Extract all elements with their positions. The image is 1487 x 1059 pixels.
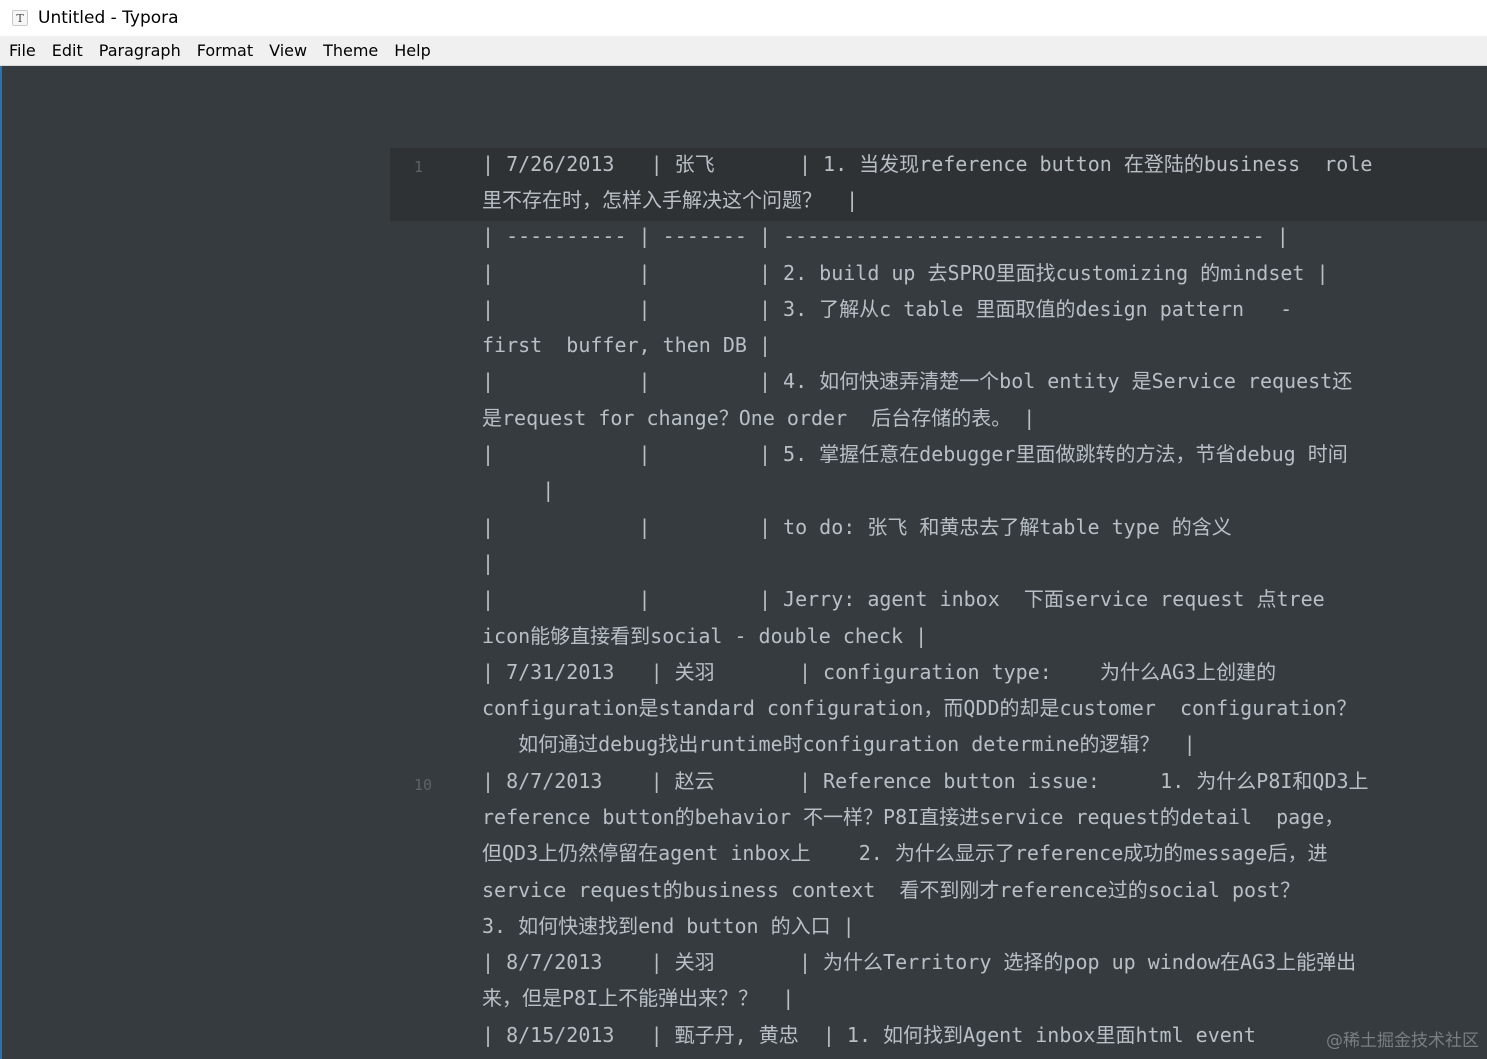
source-line[interactable]: | 7/26/2013 | 张飞 | 1. 当发现reference butto… <box>482 146 1372 182</box>
window-title: Untitled - Typora <box>38 8 179 28</box>
menu-theme[interactable]: Theme <box>315 36 386 66</box>
menu-help[interactable]: Help <box>386 36 438 66</box>
source-editor[interactable]: 1 10 | 7/26/2013 | 张飞 | 1. 当发现reference … <box>2 66 1487 1059</box>
source-line[interactable]: | | | Jerry: agent inbox 下面service reque… <box>482 581 1325 617</box>
source-line[interactable]: 里不存在时，怎样入手解决这个问题？ | <box>482 182 858 218</box>
source-line[interactable]: | <box>482 545 494 581</box>
source-line[interactable]: | | | to do: 张飞 和黄忠去了解table type 的含义 <box>482 509 1232 545</box>
source-line[interactable]: | ---------- | ------- | ---------------… <box>482 218 1289 254</box>
source-line[interactable]: 3. 如何快速找到end button 的入口 | <box>482 908 855 944</box>
source-line[interactable]: | 8/7/2013 | 赵云 | Reference button issue… <box>482 763 1369 799</box>
line-number-1: 1 <box>414 158 424 176</box>
menu-view[interactable]: View <box>261 36 315 66</box>
line-number-10: 10 <box>414 776 433 794</box>
source-line[interactable]: icon能够直接看到social - double check | <box>482 618 927 654</box>
source-line[interactable]: configuration是standard configuration，而QD… <box>482 690 1357 726</box>
source-line[interactable]: 来，但是P8I上不能弹出来？？ | <box>482 980 794 1016</box>
source-line[interactable]: | <box>482 472 554 508</box>
menu-paragraph[interactable]: Paragraph <box>91 36 189 66</box>
menu-bar: File Edit Paragraph Format View Theme He… <box>0 36 1487 66</box>
title-bar: T Untitled - Typora <box>0 0 1487 36</box>
source-line[interactable]: | | | 3. 了解从c table 里面取值的design pattern … <box>482 291 1292 327</box>
source-line[interactable]: | 7/31/2013 | 关羽 | configuration type: 为… <box>482 654 1276 690</box>
source-line[interactable]: | | | 2. build up 去SPRO里面找customizing 的m… <box>482 255 1329 291</box>
menu-edit[interactable]: Edit <box>44 36 91 66</box>
source-line[interactable]: | 8/7/2013 | 关羽 | 为什么Territory 选择的pop up… <box>482 944 1356 980</box>
source-line[interactable]: 但QD3上仍然停留在agent inbox上 2. 为什么显示了referenc… <box>482 835 1328 871</box>
source-line[interactable]: service request的business context 看不到刚才re… <box>482 872 1300 908</box>
source-line[interactable]: reference button的behavior 不一样？P8I直接进serv… <box>482 799 1344 835</box>
source-line[interactable]: | | | 4. 如何快速弄清楚一个bol entity 是Service re… <box>482 363 1352 399</box>
watermark: @稀土掘金技术社区 <box>1326 1031 1479 1051</box>
source-line[interactable]: 如何通过debug找出runtime时configuration determi… <box>482 726 1196 762</box>
source-line[interactable]: | 8/15/2013 | 甄子丹, 黄忠 | 1. 如何找到Agent inb… <box>482 1017 1256 1053</box>
menu-format[interactable]: Format <box>189 36 261 66</box>
source-line[interactable]: | | | 5. 掌握任意在debugger里面做跳转的方法，节省debug 时… <box>482 436 1348 472</box>
source-line[interactable]: 是request for change？One order 后台存储的表。 | <box>482 400 1035 436</box>
source-line[interactable]: first buffer, then DB | <box>482 327 771 363</box>
menu-file[interactable]: File <box>1 36 44 66</box>
typora-app-icon: T <box>12 10 28 26</box>
